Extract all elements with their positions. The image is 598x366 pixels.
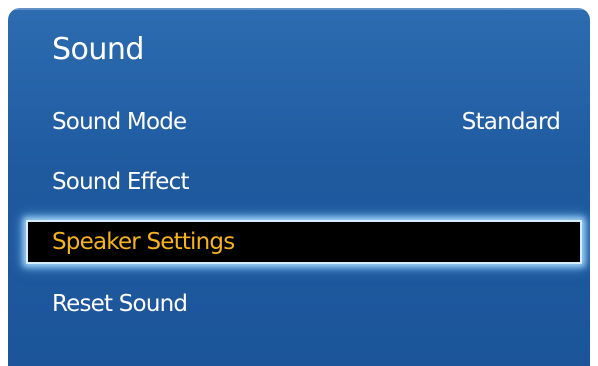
menu-item-label: Sound Mode <box>52 109 187 135</box>
menu-item-sound-mode[interactable]: Sound Mode Standard <box>28 100 580 144</box>
menu-item-label: Sound Effect <box>52 169 189 195</box>
sound-menu-panel: Sound Sound Mode Standard Sound Effect S… <box>8 8 590 366</box>
menu-item-label: Reset Sound <box>52 291 188 317</box>
menu-item-reset-sound[interactable]: Reset Sound <box>28 282 580 326</box>
menu-item-value: Standard <box>461 109 561 135</box>
menu-item-speaker-settings[interactable]: Speaker Settings <box>26 220 582 264</box>
menu-item-sound-effect[interactable]: Sound Effect <box>28 160 580 204</box>
menu-item-label: Speaker Settings <box>52 229 235 255</box>
menu-title: Sound <box>52 32 144 67</box>
